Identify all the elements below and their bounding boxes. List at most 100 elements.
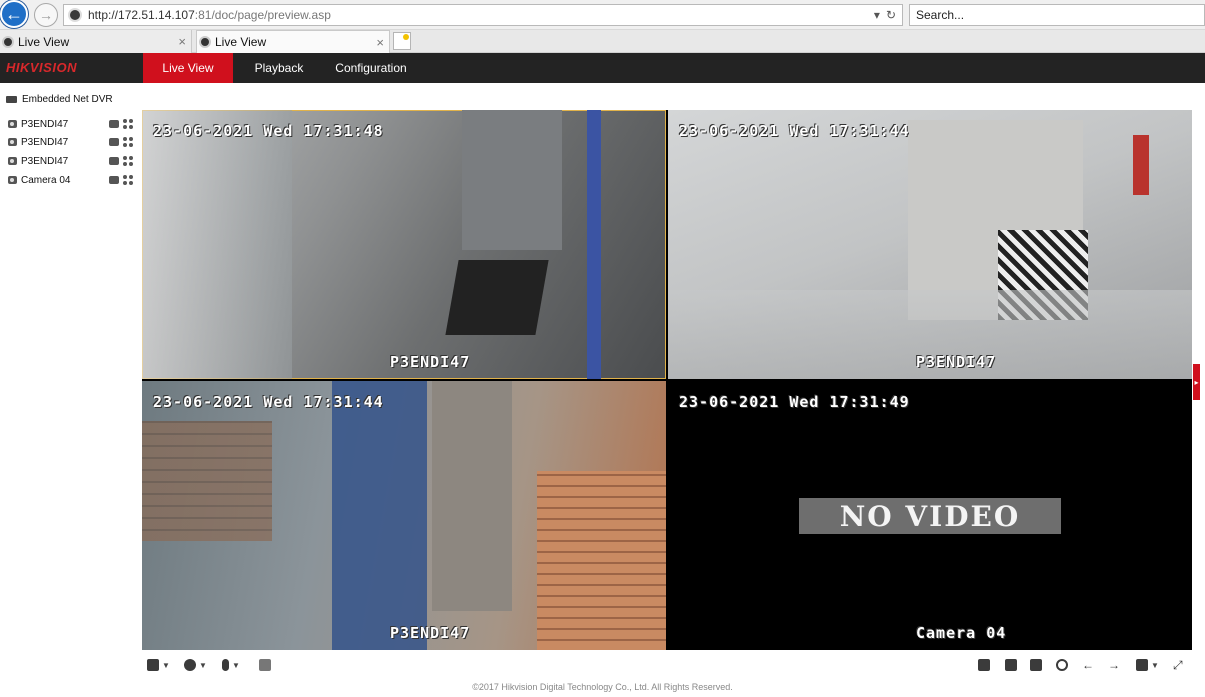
previous-page-button[interactable]: ← [1082,657,1094,673]
blue-door-frame [587,110,601,379]
camera-list-item[interactable]: Camera 04 [8,173,133,187]
microphone-icon [222,659,229,671]
forward-arrow-icon[interactable]: → [34,3,58,27]
stream-button[interactable] [259,657,271,673]
chevron-down-icon: ▼ [1151,660,1159,670]
fullscreen-button[interactable]: ⤢ [1173,657,1183,673]
osd-camera-name: P3ENDI47 [390,353,471,371]
record-icon[interactable] [109,176,119,184]
ptz-icon [184,659,196,671]
layout-icon [147,659,159,671]
capture-button[interactable] [1005,657,1017,673]
stop-all-button[interactable] [978,657,990,673]
camera-icon [8,176,17,184]
camera-name: Camera 04 [21,174,71,186]
dvr-icon [6,96,17,103]
chevron-down-icon: ▼ [162,660,170,670]
record-icon[interactable] [109,120,119,128]
zoom-icon [1056,659,1068,671]
record-icon [1030,659,1042,671]
osd-timestamp: 23-06-2021 Wed 17:31:44 [153,393,384,411]
brick-stack-scene [537,471,666,650]
collapse-panel-icon[interactable]: ▸ [1193,364,1200,400]
url-dropdown-icon[interactable]: ▾ [874,8,880,22]
osd-timestamp: 23-06-2021 Wed 17:31:48 [153,122,384,140]
record-icon[interactable] [109,157,119,165]
nav-live-view[interactable]: Live View [143,53,233,83]
browser-tab-active[interactable]: Live View × [196,30,390,53]
next-icon: → [1108,658,1120,672]
video-tile[interactable]: 23-06-2021 Wed 17:31:49 NO VIDEO Camera … [668,381,1192,650]
volume-button[interactable]: ▼ [1136,657,1159,673]
prev-icon: ← [1082,658,1094,672]
video-tile[interactable]: 23-06-2021 Wed 17:31:44 P3ENDI47 [142,381,666,650]
osd-camera-name: P3ENDI47 [390,624,471,642]
hikvision-logo: HIKVISION [6,60,77,75]
stop-all-icon [978,659,990,671]
browser-tab[interactable]: Live View × [0,30,192,53]
bricks-scene [142,421,272,541]
box-scene [445,260,549,335]
camera-icon [8,120,17,128]
ptz-icon[interactable] [123,175,133,185]
osd-timestamp: 23-06-2021 Wed 17:31:44 [679,122,910,140]
door-glass-scene [142,110,292,379]
ptz-icon[interactable] [123,119,133,129]
video-tile[interactable]: 23-06-2021 Wed 17:31:44 P3ENDI47 [668,110,1192,379]
browser-tab-label: Live View [215,35,267,49]
tab-favicon-icon [2,35,14,48]
url-field[interactable]: http://172.51.14.107:81/doc/page/preview… [63,4,903,26]
zoom-button[interactable] [1056,657,1068,673]
browser-tab-bar: Live View × Live View × [0,30,1205,53]
app-header: HIKVISION Live View Playback Configurati… [0,53,1205,83]
osd-camera-name: Camera 04 [916,624,1007,642]
camera-name: P3ENDI47 [21,136,69,148]
fullscreen-icon: ⤢ [1173,657,1183,672]
osd-camera-name: P3ENDI47 [916,353,997,371]
record-icon[interactable] [109,138,119,146]
tab-close-icon[interactable]: × [178,34,186,49]
device-tree-panel: Embedded Net DVR P3ENDI47 P3ENDI47 P3END… [0,83,140,697]
camera-icon [8,138,17,146]
camera-list-item[interactable]: P3ENDI47 [8,117,133,131]
ptz-icon[interactable] [123,137,133,147]
site-favicon-icon [68,8,82,22]
back-arrow-icon[interactable]: ← [0,0,28,28]
no-video-label: NO VIDEO [799,498,1061,534]
nav-configuration[interactable]: Configuration [330,53,412,83]
device-root[interactable]: Embedded Net DVR [6,94,113,105]
tab-close-icon[interactable]: × [376,35,384,50]
camera-icon [8,157,17,165]
volume-icon [1136,659,1148,671]
nav-playback[interactable]: Playback [244,53,314,83]
camera-list-item[interactable]: P3ENDI47 [8,135,133,149]
camera-name: P3ENDI47 [21,155,69,167]
video-grid: 23-06-2021 Wed 17:31:48 P3ENDI47 23-06-2… [142,110,1192,650]
url-text: http://172.51.14.107:81/doc/page/preview… [88,8,331,22]
osd-timestamp: 23-06-2021 Wed 17:31:49 [679,393,910,411]
ptz-icon[interactable] [123,156,133,166]
refresh-icon[interactable]: ↻ [886,8,896,22]
chevron-down-icon: ▼ [199,660,207,670]
camera-list-item[interactable]: P3ENDI47 [8,154,133,168]
tab-favicon-icon [199,36,211,48]
stream-icon [259,659,271,671]
extinguisher-scene [1133,135,1149,195]
browser-search-input[interactable]: Search... [909,4,1205,26]
microphone-button[interactable]: ▼ [222,657,240,673]
camera-name: P3ENDI47 [21,118,69,130]
next-page-button[interactable]: → [1108,657,1120,673]
new-tab-icon[interactable] [393,32,411,50]
record-button[interactable] [1030,657,1042,673]
capture-icon [1005,659,1017,671]
chevron-down-icon: ▼ [232,660,240,670]
browser-tab-label: Live View [18,34,70,49]
ptz-button[interactable]: ▼ [184,657,207,673]
live-view-toolbar: ▼ ▼ ▼ ← → ▼ ⤢ [142,652,1192,678]
layout-button[interactable]: ▼ [147,657,170,673]
video-tile[interactable]: 23-06-2021 Wed 17:31:48 P3ENDI47 [142,110,666,379]
copyright-footer: ©2017 Hikvision Digital Technology Co., … [472,682,733,692]
browser-address-bar: ← → http://172.51.14.107:81/doc/page/pre… [0,0,1205,30]
doorway-scene [432,381,512,611]
cabinet-scene [462,110,562,250]
